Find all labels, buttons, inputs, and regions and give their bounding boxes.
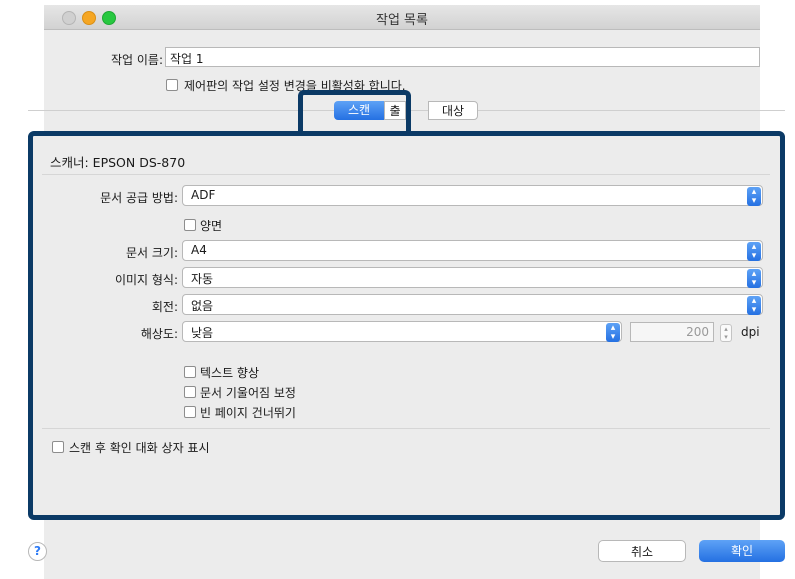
image-type-value: 자동 bbox=[191, 272, 214, 286]
chevron-updown-icon: ▴ ▾ bbox=[747, 242, 761, 261]
chevron-updown-icon: ▴ ▾ bbox=[747, 187, 761, 206]
duplex-label: 양면 bbox=[200, 219, 223, 233]
text-enhancement-checkbox[interactable] bbox=[184, 366, 196, 378]
show-confirm-dialog-label: 스캔 후 확인 대화 상자 표시 bbox=[69, 441, 210, 455]
cancel-button[interactable]: 취소 bbox=[598, 540, 686, 562]
document-source-select[interactable]: ADF ▴ ▾ bbox=[182, 185, 763, 206]
skew-correction-label: 문서 기울어짐 보정 bbox=[200, 386, 296, 400]
scanner-divider bbox=[42, 174, 770, 175]
dpi-unit-label: dpi bbox=[741, 325, 760, 339]
document-size-value: A4 bbox=[191, 243, 207, 257]
skip-blank-pages-checkbox[interactable] bbox=[184, 406, 196, 418]
show-confirm-dialog-checkbox[interactable] bbox=[52, 441, 64, 453]
document-size-label: 문서 크기: bbox=[125, 246, 178, 260]
help-icon[interactable]: ? bbox=[28, 542, 47, 561]
document-source-label: 문서 공급 방법: bbox=[100, 191, 178, 205]
disable-control-panel-checkbox[interactable] bbox=[166, 79, 178, 91]
image-type-label: 이미지 형식: bbox=[114, 273, 178, 287]
tab-destination[interactable]: 대상 bbox=[428, 101, 478, 120]
scanner-label: 스캐너: EPSON DS-870 bbox=[50, 155, 186, 170]
resolution-value: 낮음 bbox=[191, 326, 214, 340]
rotate-select[interactable]: 없음 ▴ ▾ bbox=[182, 294, 763, 315]
job-name-input[interactable]: 작업 1 bbox=[165, 47, 760, 67]
chevron-updown-icon: ▴ ▾ bbox=[606, 323, 620, 342]
chevron-updown-icon: ▴ ▾ bbox=[747, 296, 761, 315]
duplex-checkbox[interactable] bbox=[184, 219, 196, 231]
resolution-select[interactable]: 낮음 ▴ ▾ bbox=[182, 321, 622, 342]
resolution-label: 해상도: bbox=[140, 327, 178, 341]
skew-correction-checkbox[interactable] bbox=[184, 386, 196, 398]
text-enhancement-label: 텍스트 향상 bbox=[200, 366, 260, 380]
tab-scan[interactable]: 스캔 bbox=[334, 101, 384, 120]
rotate-value: 없음 bbox=[191, 299, 214, 313]
chevron-updown-icon: ▴ ▾ bbox=[747, 269, 761, 288]
document-source-value: ADF bbox=[191, 188, 216, 202]
job-name-label: 작업 이름: bbox=[110, 53, 163, 67]
window-title: 작업 목록 bbox=[376, 13, 428, 28]
tab-output[interactable]: 출력 bbox=[384, 101, 406, 120]
image-type-select[interactable]: 자동 ▴ ▾ bbox=[182, 267, 763, 288]
options-divider bbox=[42, 428, 770, 429]
rotate-label: 회전: bbox=[151, 300, 178, 314]
document-size-select[interactable]: A4 ▴ ▾ bbox=[182, 240, 763, 261]
skip-blank-pages-label: 빈 페이지 건너뛰기 bbox=[200, 406, 296, 420]
ok-button[interactable]: 확인 bbox=[699, 540, 785, 562]
dpi-stepper[interactable]: ▴ ▾ bbox=[720, 324, 732, 342]
dpi-input[interactable]: 200 bbox=[630, 322, 714, 342]
